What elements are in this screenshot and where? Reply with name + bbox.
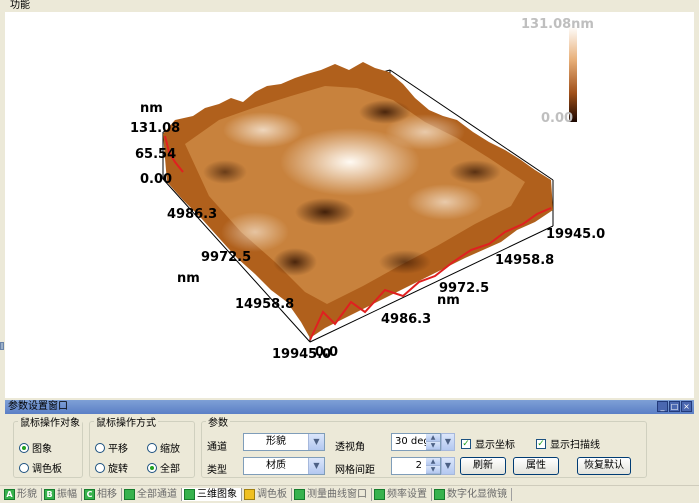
params-group-legend: 参数 <box>208 418 228 429</box>
y-tick-5: 0.0 <box>315 345 338 360</box>
3d-view[interactable]: nm 131.08 65.54 0.00 4986.3 9972.5 nm 14… <box>5 12 694 398</box>
tab-icon-c: C <box>84 489 95 500</box>
channel-select[interactable]: 形貌 ▼ <box>243 433 325 451</box>
colorbar-max: 131.08nm <box>521 17 594 32</box>
chevron-down-icon[interactable]: ▼ <box>441 457 455 475</box>
properties-button[interactable]: 属性 <box>513 457 559 475</box>
perspective-label: 透视角 <box>335 442 365 453</box>
grid-label: 网格间距 <box>335 465 375 476</box>
y-axis-unit: nm <box>437 293 460 308</box>
radio-pan[interactable]: 平移 <box>95 440 128 455</box>
show-axes-checkbox[interactable]: ✓ 显示坐标 <box>461 436 515 451</box>
panel-title: 参数设置窗口 <box>8 401 68 412</box>
tab-palette[interactable]: 调色板 <box>242 488 292 501</box>
chevron-down-icon[interactable]: ▼ <box>441 433 455 451</box>
spin-down-icon[interactable]: ▼ <box>426 442 440 450</box>
tab-measure-curve[interactable]: 测量曲线窗口 <box>292 488 372 501</box>
tab-topography[interactable]: A 形貌 <box>2 488 42 501</box>
3d-surface-plot[interactable]: nm 131.08 65.54 0.00 4986.3 9972.5 nm 14… <box>5 12 694 398</box>
chevron-down-icon[interactable]: ▼ <box>308 434 324 450</box>
colorbar[interactable] <box>569 26 577 122</box>
y-tick-4: 4986.3 <box>381 312 431 327</box>
surface <box>163 62 553 338</box>
x-tick-1: 4986.3 <box>167 207 217 222</box>
channel-label: 通道 <box>207 442 227 453</box>
tab-amplitude[interactable]: B 振幅 <box>42 488 82 501</box>
palette-icon <box>244 489 255 500</box>
spin-down-icon[interactable]: ▼ <box>426 466 440 474</box>
reset-button[interactable]: 恢复默认 <box>577 457 631 475</box>
tab-frequency[interactable]: 频率设置 <box>372 488 432 501</box>
tab-phase[interactable]: C 相移 <box>82 488 122 501</box>
type-label: 类型 <box>207 465 227 476</box>
frequency-icon <box>374 489 385 500</box>
colorbar-min: 0.00 <box>541 111 573 126</box>
restore-icon[interactable]: □ <box>669 401 680 412</box>
y-tick-1: 19945.0 <box>546 227 605 242</box>
close-icon[interactable]: × <box>681 401 692 412</box>
microscope-icon <box>434 489 445 500</box>
mode-group-legend: 鼠标操作方式 <box>96 418 156 429</box>
z-tick-1: 131.08 <box>130 121 180 136</box>
top-strip: 功能 <box>0 0 699 11</box>
tab-icon-b: B <box>44 489 55 500</box>
target-group-legend: 鼠标操作对象 <box>20 418 80 429</box>
chevron-down-icon[interactable]: ▼ <box>308 458 324 474</box>
3d-image-icon <box>184 489 195 500</box>
show-scanline-checkbox[interactable]: ✓ 显示扫描线 <box>536 436 600 451</box>
grid-spinner[interactable]: 2 ▲ ▼ ▼ <box>391 457 455 475</box>
x-tick-2: 9972.5 <box>201 250 251 265</box>
minimize-icon[interactable]: _ <box>657 401 668 412</box>
x-axis-unit: nm <box>177 271 200 286</box>
radio-zoom[interactable]: 缩放 <box>147 440 180 455</box>
y-tick-2: 14958.8 <box>495 253 554 268</box>
tab-3d-image[interactable]: 三维图象 <box>182 488 242 501</box>
refresh-button[interactable]: 刷新 <box>460 457 506 475</box>
top-label: 功能 <box>10 0 30 11</box>
left-splitter-handle[interactable] <box>0 342 4 350</box>
tab-all-channels[interactable]: 全部通道 <box>122 488 182 501</box>
type-select[interactable]: 材质 ▼ <box>243 457 325 475</box>
z-tick-3: 0.00 <box>140 172 172 187</box>
channels-icon <box>124 489 135 500</box>
radio-rotate[interactable]: 旋转 <box>95 460 128 475</box>
radio-palette[interactable]: 调色板 <box>19 460 62 475</box>
z-axis-unit: nm <box>140 101 163 116</box>
perspective-spinner[interactable]: 30 deg ▲ ▼ ▼ <box>391 433 455 451</box>
params-panel: 鼠标操作对象 图象 调色板 鼠标操作方式 平移 缩放 旋转 全部 参数 通道 形… <box>5 414 694 484</box>
spin-up-icon[interactable]: ▲ <box>426 458 440 466</box>
spin-up-icon[interactable]: ▲ <box>426 434 440 442</box>
z-tick-2: 65.54 <box>135 147 176 162</box>
bottom-tabbar: A 形貌 B 振幅 C 相移 全部通道 三维图象 调色板 测量曲线窗口 频率设置 数字… <box>0 485 699 503</box>
x-tick-3: 14958.8 <box>235 297 294 312</box>
tab-icon-a: A <box>4 489 15 500</box>
panel-titlebar[interactable]: 参数设置窗口 _ □ × <box>5 400 694 414</box>
radio-image[interactable]: 图象 <box>19 440 52 455</box>
radio-all[interactable]: 全部 <box>147 460 180 475</box>
curve-icon <box>294 489 305 500</box>
tab-digital-microscope[interactable]: 数字化显微镜 <box>432 488 512 501</box>
